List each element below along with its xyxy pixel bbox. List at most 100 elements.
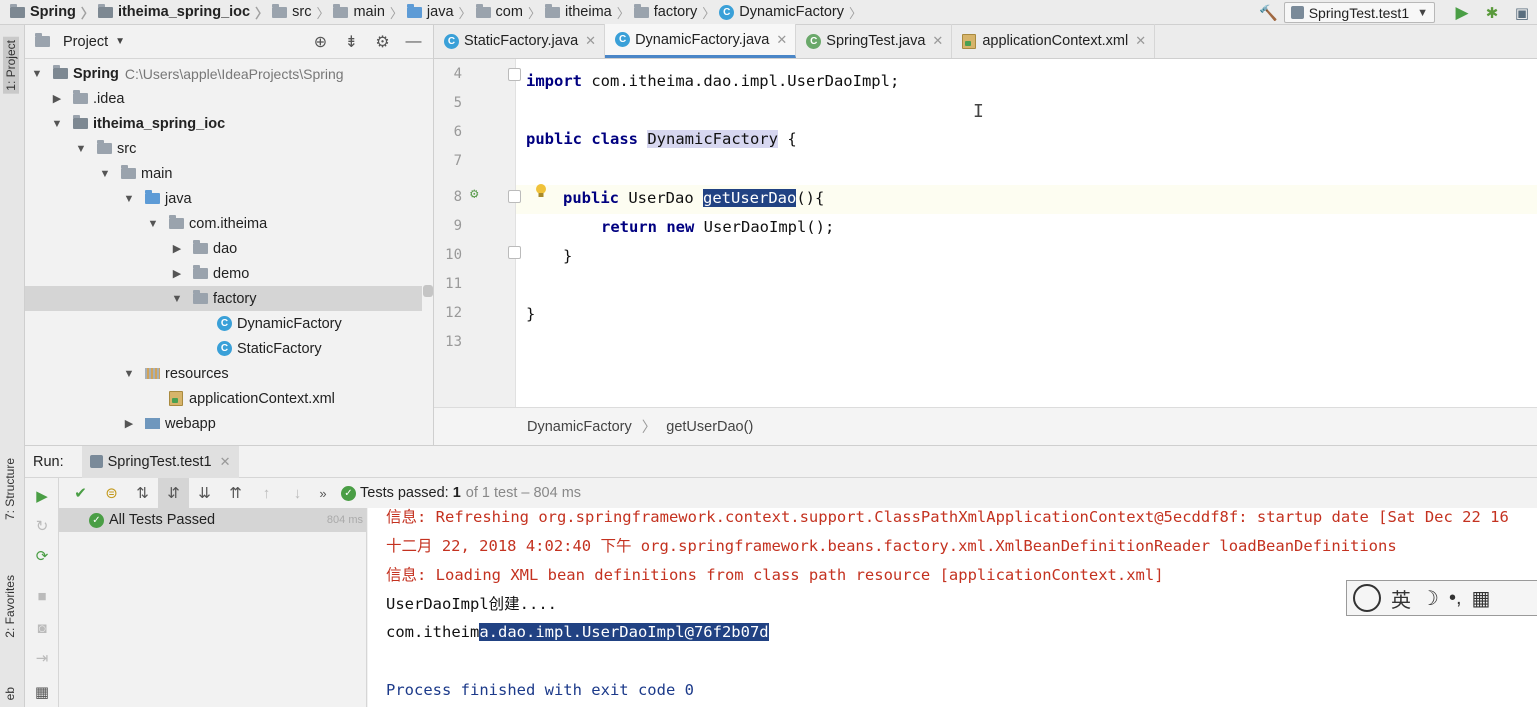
web-tool-tab[interactable]: eb xyxy=(3,687,17,700)
ime-language-toggle[interactable]: 英 xyxy=(1391,584,1411,613)
chevron-right-icon[interactable]: ▶ xyxy=(51,92,63,105)
chevron-down-icon[interactable]: ▼ xyxy=(75,143,87,155)
tree-item-demo[interactable]: ▶ demo xyxy=(25,261,422,286)
rerun-icon[interactable]: ▶ xyxy=(32,486,52,506)
breadcrumb-class[interactable]: C DynamicFactory 〉 xyxy=(719,0,862,25)
test-tree-row[interactable]: ✓ All Tests Passed 804 ms xyxy=(59,508,366,532)
scrollbar-thumb[interactable] xyxy=(423,285,433,297)
console-line: 信息: Refreshing org.springframework.conte… xyxy=(386,508,1509,526)
show-passed-icon[interactable]: ✔ xyxy=(65,478,96,508)
console-line: Process finished with exit code 0 xyxy=(386,680,694,699)
coverage-icon[interactable]: ▣ xyxy=(1507,0,1537,25)
implementation-gutter-icon[interactable]: ⚙ xyxy=(470,186,478,202)
source-folder-icon xyxy=(145,190,160,204)
tree-item-src[interactable]: ▼ src xyxy=(25,136,422,161)
breadcrumb-class[interactable]: DynamicFactory xyxy=(527,419,632,435)
tree-item-factory[interactable]: ▼ factory xyxy=(25,286,422,311)
close-icon[interactable]: ✕ xyxy=(1135,33,1146,49)
tree-item-spring[interactable]: ▼ Spring C:\Users\apple\IdeaProjects\Sprin… xyxy=(25,61,422,86)
breadcrumb-factory[interactable]: factory 〉 xyxy=(633,0,715,25)
tab-dynamicfactory[interactable]: C DynamicFactory.java ✕ xyxy=(605,24,797,58)
rerun-failed-icon[interactable]: ↻ xyxy=(32,516,52,536)
collapse-all-icon[interactable]: ⇈ xyxy=(220,478,251,508)
class-icon: C xyxy=(615,32,631,47)
breadcrumb-com[interactable]: com 〉 xyxy=(475,0,541,25)
run-configuration-select[interactable]: SpringTest.test1 ▼ xyxy=(1283,2,1435,23)
chevron-down-icon[interactable]: ▼ xyxy=(115,36,125,47)
import-tests-icon[interactable]: ⇥ xyxy=(32,648,52,668)
tree-item-main[interactable]: ▼ main xyxy=(25,161,422,186)
chevron-right-icon[interactable]: ▶ xyxy=(171,267,183,280)
breadcrumb-project[interactable]: Spring 〉 xyxy=(10,0,94,25)
stop-icon[interactable]: ■ xyxy=(32,586,52,606)
project-view-select[interactable]: Project xyxy=(63,34,108,50)
show-ignored-icon[interactable]: ⊜ xyxy=(96,478,127,508)
chevron-down-icon[interactable]: ▼ xyxy=(171,293,183,305)
close-icon[interactable]: ✕ xyxy=(585,33,596,49)
selected-method-name: getUserDao xyxy=(703,188,797,207)
close-icon[interactable]: ✕ xyxy=(932,33,943,49)
run-icon[interactable]: ▶ xyxy=(1447,0,1477,25)
structure-tool-tab[interactable]: 7: Structure xyxy=(3,458,17,520)
chevron-down-icon[interactable]: ▼ xyxy=(123,368,135,380)
xml-file-icon xyxy=(962,33,977,49)
breadcrumb-module[interactable]: itheima_spring_ioc 〉 xyxy=(97,0,268,25)
toggle-auto-test-icon[interactable]: ⟳ xyxy=(32,546,52,566)
tab-applicationcontext[interactable]: applicationContext.xml ✕ xyxy=(952,24,1156,58)
sort-alphabetically-icon[interactable]: ⇅ xyxy=(127,478,158,508)
chevron-down-icon[interactable]: ▼ xyxy=(99,168,111,180)
tree-item-resources[interactable]: ▼ resources xyxy=(25,361,422,386)
punctuation-icon[interactable]: •, xyxy=(1449,587,1462,610)
fold-marker-icon[interactable] xyxy=(508,190,521,203)
tree-item-dao[interactable]: ▶ dao xyxy=(25,236,422,261)
tree-item-java[interactable]: ▼ java xyxy=(25,186,422,211)
input-method-toolbar[interactable]: 英 ☽ •, ▦ xyxy=(1346,580,1537,616)
tree-item-idea[interactable]: ▶ .idea xyxy=(25,86,422,111)
sort-by-duration-icon[interactable]: ⇵ xyxy=(158,478,189,508)
close-icon[interactable]: ✕ xyxy=(220,454,231,470)
layout-icon[interactable]: ▦ xyxy=(32,682,52,702)
camera-icon[interactable]: ◙ xyxy=(32,618,52,638)
chevron-down-icon[interactable]: ▼ xyxy=(51,118,63,130)
debug-bug-icon[interactable]: ✱ xyxy=(1477,0,1507,25)
minimize-icon[interactable]: — xyxy=(398,29,429,54)
breadcrumb-main[interactable]: main 〉 xyxy=(333,0,403,25)
breadcrumb-method[interactable]: getUserDao() xyxy=(666,419,753,435)
tree-item-webapp[interactable]: ▶ webapp xyxy=(25,411,422,436)
tree-item-com-itheima[interactable]: ▼ com.itheima xyxy=(25,211,422,236)
project-tool-tab[interactable]: 1: Project xyxy=(3,37,19,94)
editor-tabs: C StaticFactory.java ✕ C DynamicFactory.jav… xyxy=(434,24,1537,59)
tab-staticfactory[interactable]: C StaticFactory.java ✕ xyxy=(434,24,606,58)
more-icon[interactable]: » xyxy=(313,478,333,508)
fold-marker-icon[interactable] xyxy=(508,246,521,259)
build-hammer-icon[interactable]: 🔨 xyxy=(1254,0,1284,25)
tree-item-applicationcontext[interactable]: applicationContext.xml xyxy=(25,386,422,411)
chevron-right-icon[interactable]: ▶ xyxy=(171,242,183,255)
fold-marker-icon[interactable] xyxy=(508,68,521,81)
locate-target-icon[interactable]: ⊕ xyxy=(305,29,336,54)
chevron-down-icon[interactable]: ▼ xyxy=(31,68,43,80)
gear-icon[interactable]: ⚙ xyxy=(367,29,398,54)
collapse-all-icon[interactable]: ⇟ xyxy=(336,29,367,54)
keyboard-icon[interactable]: ▦ xyxy=(1472,586,1491,611)
chevron-down-icon[interactable]: ▼ xyxy=(123,193,135,205)
code-content[interactable]: import com.itheima.dao.impl.UserDaoImpl;… xyxy=(526,59,1537,407)
run-tab-springtest[interactable]: SpringTest.test1 ✕ xyxy=(81,445,239,478)
moon-icon[interactable]: ☽ xyxy=(1421,586,1439,611)
tab-springtest[interactable]: C SpringTest.java ✕ xyxy=(796,24,953,58)
tree-item-dynamicfactory[interactable]: C DynamicFactory xyxy=(25,311,422,336)
breadcrumb-src[interactable]: src 〉 xyxy=(272,0,329,25)
tree-item-module[interactable]: ▼ itheima_spring_ioc xyxy=(25,111,422,136)
next-failed-icon[interactable]: ↓ xyxy=(282,478,313,508)
close-icon[interactable]: ✕ xyxy=(776,32,787,48)
favorites-tool-tab[interactable]: 2: Favorites xyxy=(3,575,17,638)
tree-item-staticfactory[interactable]: C StaticFactory xyxy=(25,336,422,361)
chevron-down-icon[interactable]: ▼ xyxy=(147,218,159,230)
expand-all-icon[interactable]: ⇊ xyxy=(189,478,220,508)
breadcrumb-java[interactable]: java 〉 xyxy=(406,0,472,25)
previous-failed-icon[interactable]: ↑ xyxy=(251,478,282,508)
breadcrumb-itheima[interactable]: itheima 〉 xyxy=(544,0,630,25)
line-number: 11 xyxy=(445,276,462,292)
test-config-icon xyxy=(1290,6,1304,19)
chevron-right-icon[interactable]: ▶ xyxy=(123,417,135,430)
